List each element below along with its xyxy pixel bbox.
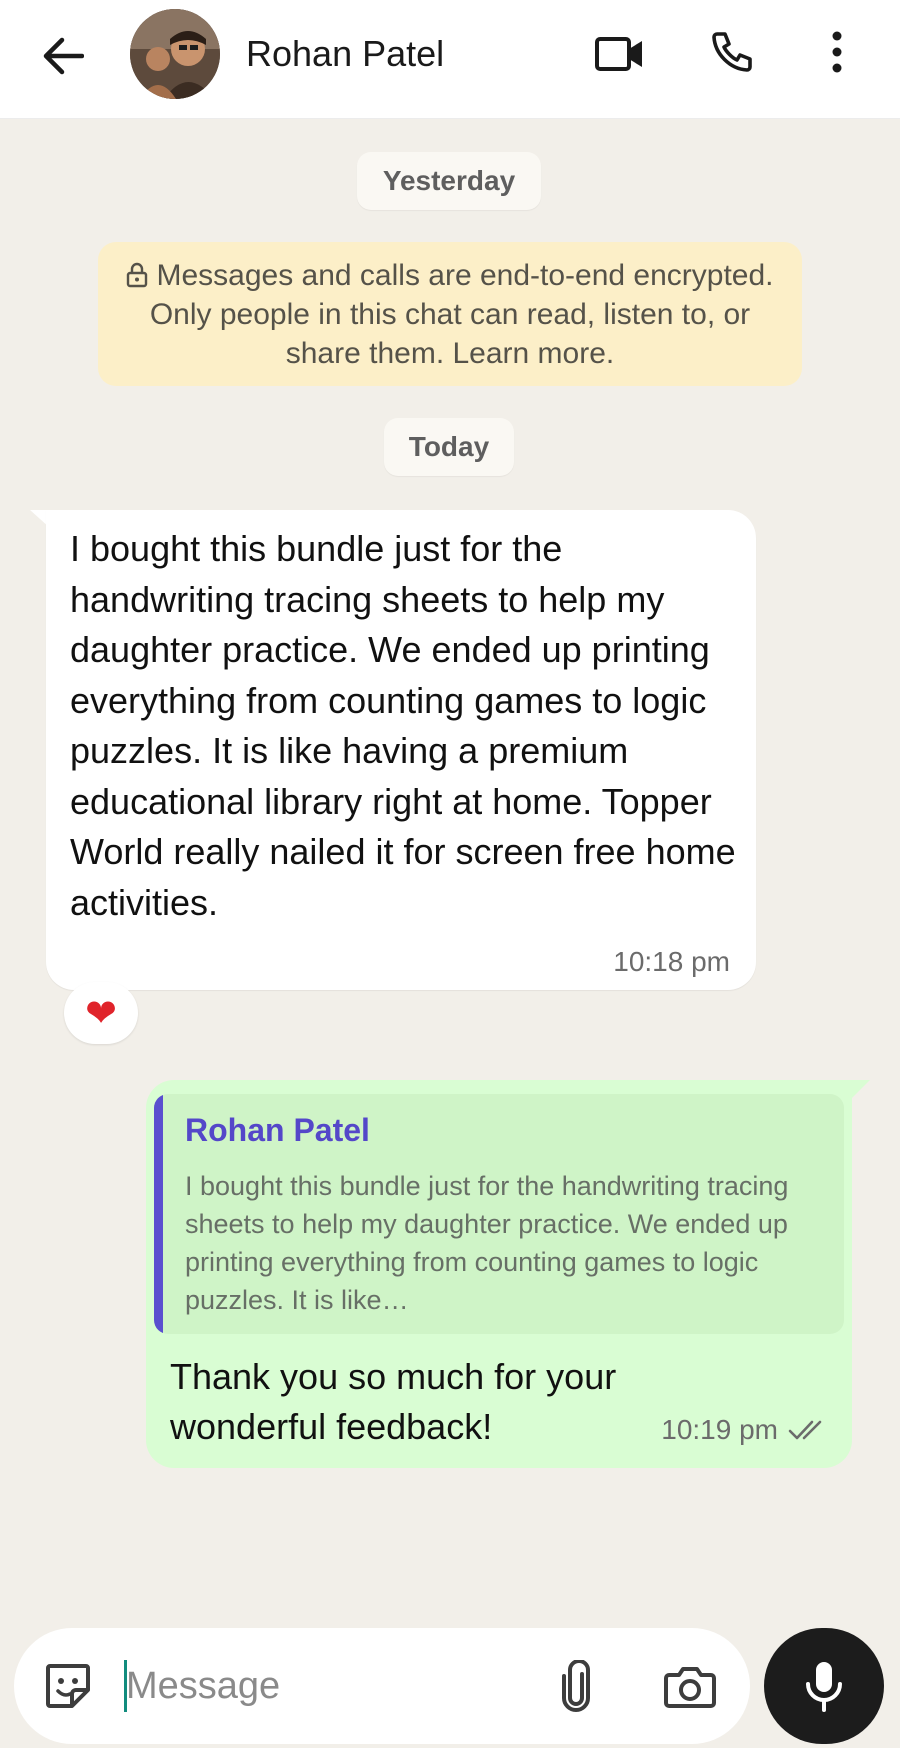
camera-icon — [664, 1667, 716, 1708]
back-button[interactable] — [30, 24, 94, 88]
double-check-icon — [788, 1420, 822, 1440]
camera-button[interactable] — [658, 1654, 722, 1718]
sticker-icon — [46, 1664, 90, 1708]
quote-accent-bar — [154, 1094, 163, 1334]
contact-name[interactable]: Rohan Patel — [246, 32, 444, 76]
quoted-message-text: I bought this bundle just for the handwr… — [185, 1171, 789, 1315]
encryption-notice[interactable]: Messages and calls are end-to-end encryp… — [98, 242, 802, 386]
phone-icon — [712, 32, 752, 72]
contact-avatar[interactable] — [130, 9, 220, 99]
message-composer — [14, 1628, 750, 1744]
sticker-button[interactable] — [36, 1654, 100, 1718]
outgoing-message-meta: 10:19 pm — [661, 1414, 828, 1446]
incoming-message-text: I bought this bundle just for the handwr… — [70, 528, 736, 923]
chat-header: Rohan Patel — [0, 0, 900, 119]
microphone-icon — [806, 1662, 842, 1712]
lock-icon — [127, 262, 148, 288]
heart-icon: ❤ — [85, 992, 117, 1035]
voice-call-button[interactable] — [700, 20, 764, 84]
avatar-photo — [130, 9, 220, 99]
video-camera-icon — [595, 37, 642, 71]
incoming-message-bubble[interactable]: I bought this bundle just for the handwr… — [46, 510, 756, 990]
encryption-notice-text: Messages and calls are end-to-end encryp… — [149, 259, 774, 370]
date-separator-today: Today — [384, 418, 514, 476]
incoming-message-time: 10:18 pm — [613, 946, 730, 977]
outgoing-message-time: 10:19 pm — [661, 1414, 778, 1445]
outgoing-bubble-tail — [850, 1080, 870, 1100]
outgoing-message-bubble[interactable]: Rohan Patel I bought this bundle just fo… — [146, 1080, 852, 1468]
paperclip-icon — [562, 1660, 590, 1712]
voice-message-button[interactable] — [764, 1628, 884, 1744]
quoted-message[interactable]: Rohan Patel I bought this bundle just fo… — [154, 1094, 844, 1334]
attach-button[interactable] — [544, 1654, 608, 1718]
heart-reaction[interactable]: ❤ — [64, 982, 138, 1044]
outgoing-message-text: Thank you so much for your wonderful fee… — [170, 1356, 617, 1447]
date-separator-yesterday: Yesterday — [357, 152, 541, 210]
more-options-button[interactable] — [812, 20, 862, 84]
arrow-left-icon — [43, 37, 84, 75]
message-input[interactable] — [126, 1656, 546, 1716]
more-vertical-icon — [832, 31, 842, 73]
video-call-button[interactable] — [588, 26, 652, 82]
quoted-message-author: Rohan Patel — [185, 1112, 370, 1148]
